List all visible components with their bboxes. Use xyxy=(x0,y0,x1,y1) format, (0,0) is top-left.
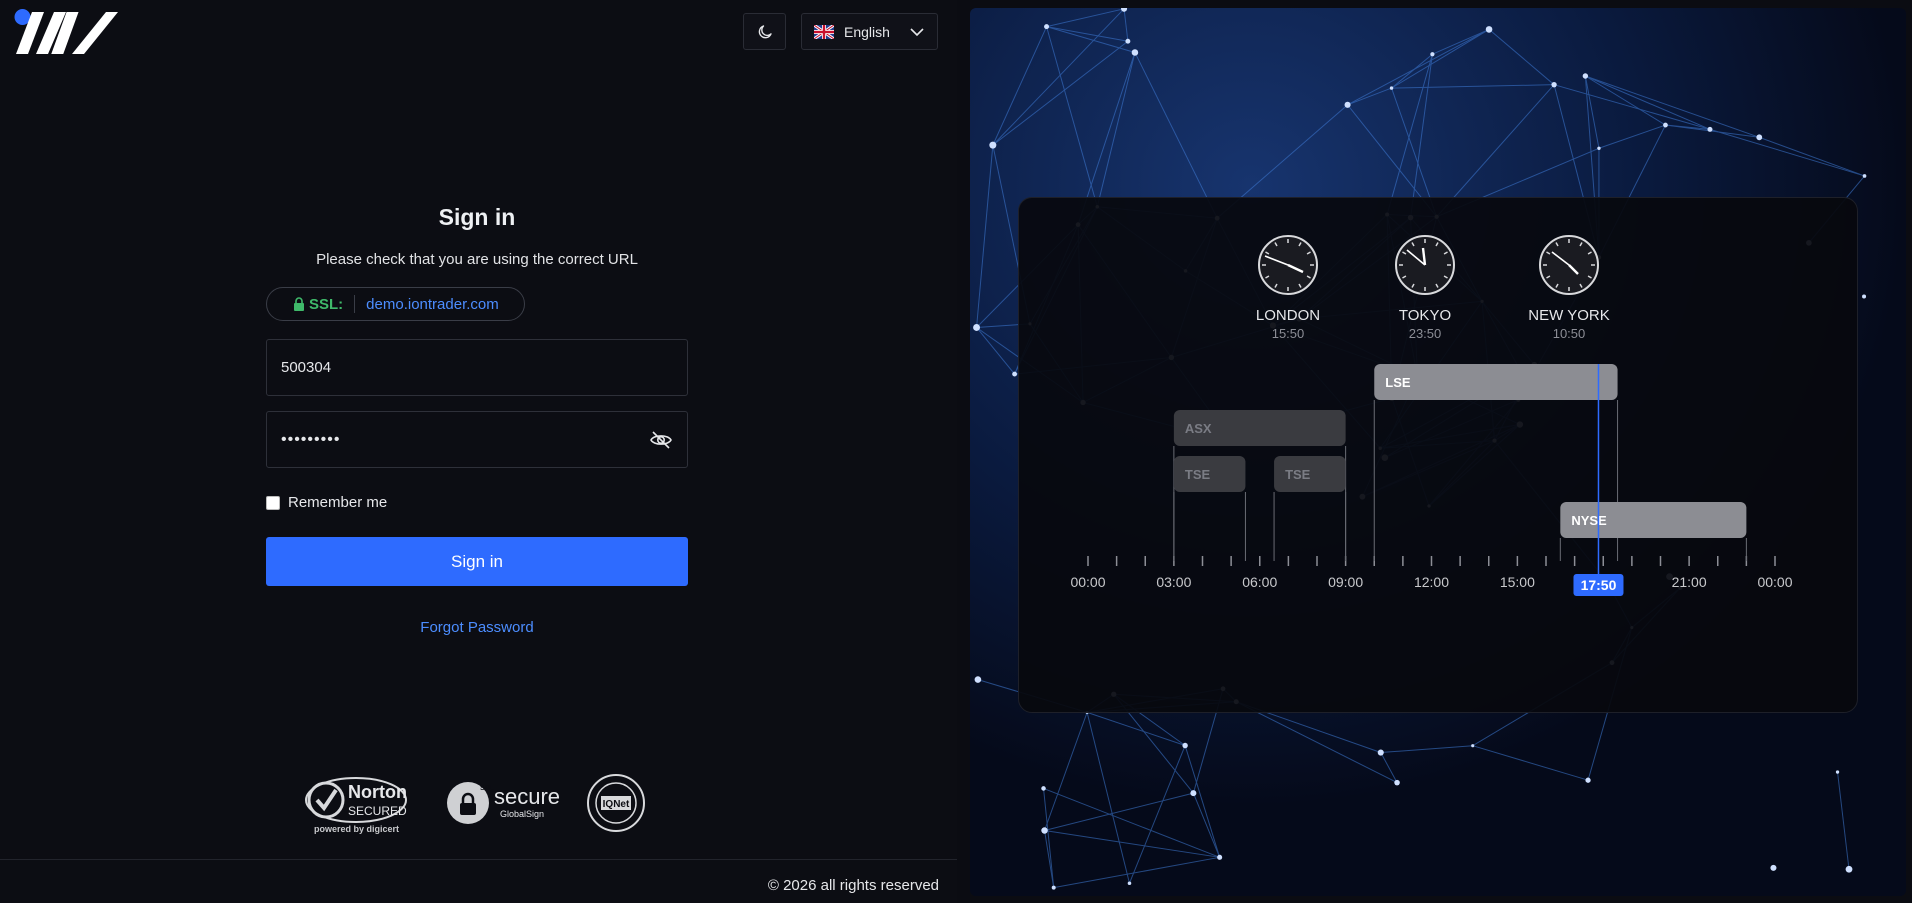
page-title: Sign in xyxy=(438,204,516,230)
url-warning-text: Please check that you are using the corr… xyxy=(316,251,638,268)
norton-badge: Norton SECURED powered by digicert xyxy=(305,777,407,834)
language-label: English xyxy=(844,23,890,40)
session-label: ASX xyxy=(1185,421,1212,436)
forgot-password-link[interactable]: Forgot Password xyxy=(266,619,688,636)
globalsign-badge: SSL secure GlobalSign xyxy=(447,782,560,824)
ssl-indicator: SSL: demo.iontrader.com xyxy=(266,287,525,321)
norton-powered: powered by digicert xyxy=(314,824,399,834)
uk-flag-icon xyxy=(814,24,834,39)
session-label: NYSE xyxy=(1571,513,1607,528)
sign-in-button[interactable]: Sign in xyxy=(266,537,688,586)
language-select[interactable]: English xyxy=(801,13,938,50)
globalsign-title: secure xyxy=(494,784,560,809)
iqnet-badge: IQNet xyxy=(587,774,645,832)
axis-tick-label: 00:00 xyxy=(1757,574,1792,590)
norton-sub: SECURED xyxy=(348,804,407,818)
norton-title: Norton xyxy=(348,782,407,802)
axis-tick-label: 21:00 xyxy=(1672,574,1707,590)
ssl-label: SSL: xyxy=(309,295,344,313)
username-value: 500304 xyxy=(281,359,332,376)
axis-tick-label: 03:00 xyxy=(1156,574,1191,590)
theme-toggle-button[interactable] xyxy=(743,13,786,50)
login-panel: English Sign in Please check that you ar… xyxy=(0,0,957,903)
remember-me[interactable]: Remember me xyxy=(266,494,387,511)
chevron-down-icon xyxy=(910,27,924,36)
market-hours-panel: LONDON 15:50 TOKYO 23:50 NEW YORK 10:50 xyxy=(970,8,1906,896)
session-label: TSE xyxy=(1185,467,1211,482)
footer-divider xyxy=(0,859,957,860)
axis-tick-label: 12:00 xyxy=(1414,574,1449,590)
axis-tick-label: 00:00 xyxy=(1070,574,1105,590)
password-value: ••••••••• xyxy=(281,430,341,448)
moon-icon xyxy=(758,24,772,38)
session-label: LSE xyxy=(1385,375,1411,390)
trading-sessions-timeline: 00:00 03:00 06:00 09:00 12:00 15:00 21:00 00:00… xyxy=(1070,364,1793,596)
remember-label: Remember me xyxy=(288,494,388,511)
password-field[interactable]: ••••••••• xyxy=(266,411,688,468)
axis-tick-label: 09:00 xyxy=(1328,574,1363,590)
username-field[interactable]: 500304 xyxy=(266,339,688,396)
session-bar-lse xyxy=(1374,364,1618,400)
lock-icon xyxy=(294,297,304,311)
iqnet-label: IQNet xyxy=(603,799,630,810)
remember-checkbox[interactable] xyxy=(266,495,280,510)
copyright-text: © 2026 all rights reserved xyxy=(767,877,939,894)
ion-logo xyxy=(14,9,118,54)
ssl-divider xyxy=(354,295,356,313)
axis-tick-label: 15:00 xyxy=(1500,574,1535,590)
current-time-label: 17:50 xyxy=(1581,577,1617,593)
globalsign-sub: GlobalSign xyxy=(500,809,544,819)
sessions-card: LONDON 15:50 TOKYO 23:50 NEW YORK 10:50 xyxy=(1018,197,1858,713)
globalsign-ssl: SSL xyxy=(480,785,494,792)
eye-off-icon[interactable] xyxy=(649,428,673,452)
session-label: TSE xyxy=(1285,467,1311,482)
ssl-url: demo.iontrader.com xyxy=(366,295,499,313)
axis-tick-label: 06:00 xyxy=(1242,574,1277,590)
security-badges: Norton SECURED powered by digicert SSL s… xyxy=(305,774,645,834)
